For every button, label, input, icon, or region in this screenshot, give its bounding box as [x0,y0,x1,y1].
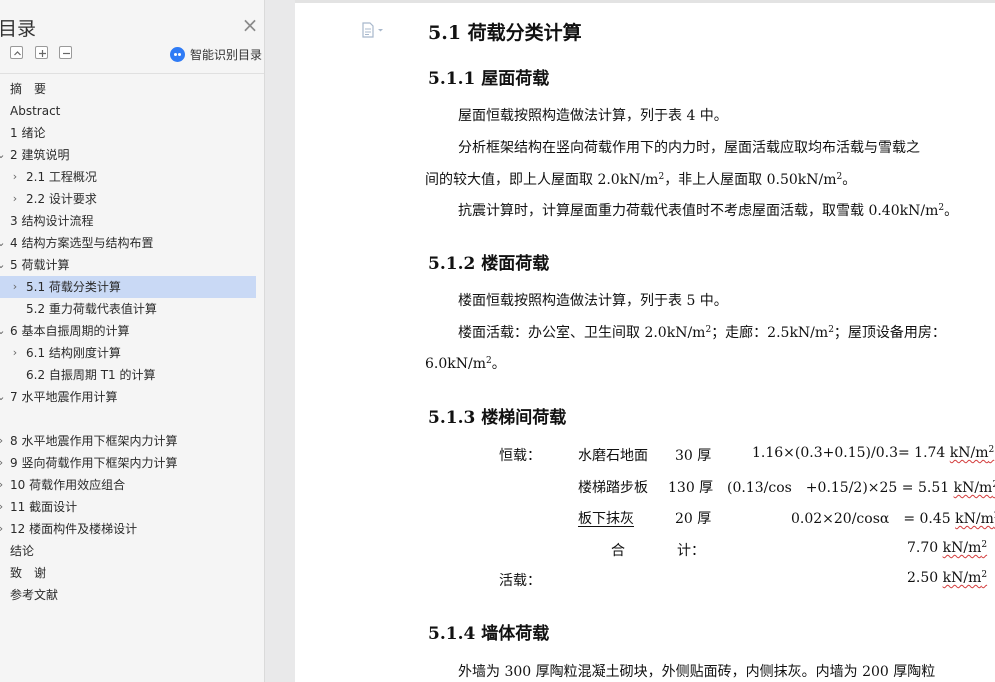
chevron-down-icon[interactable]: ⌄ [0,386,6,408]
smart-toc-button[interactable]: 智能识别目录 [170,46,262,62]
chevron-right-icon[interactable]: › [10,342,20,364]
outline-item-label: 11 截面设计 [10,500,78,514]
outline-item-label: 5 荷载计算 [10,258,70,272]
chevron-right-icon[interactable]: › [10,188,20,210]
paragraph-menu-icon[interactable] [361,22,387,38]
outline-item-label: 2 建筑说明 [10,148,70,162]
layer-name: 水磨石地面 [578,448,648,464]
outline-item-label: 5.1 荷载分类计算 [26,280,121,294]
layer-name: 楼梯踏步板 [578,480,648,496]
chevron-right-icon[interactable]: › [0,474,6,496]
outline-item-selected[interactable]: › 5.1 荷载分类计算 [0,276,256,298]
document-background [266,0,294,682]
outline-item-label: 7 水平地震作用计算 [10,390,118,404]
outline-item-label: 3 结构设计流程 [10,214,94,228]
layer-load: (0.13/cos +0.15/2)×25 = 5.51 kN/m2 [727,480,995,496]
chevron-right-icon[interactable]: › [0,452,6,474]
collapse-all-icon[interactable] [10,46,23,59]
outline-item-label: 9 竖向荷载作用下框架内力计算 [10,456,178,470]
outline-item-label: 12 楼面构件及楼梯设计 [10,522,138,536]
outline-item-label: 10 荷载作用效应组合 [10,478,126,492]
heading-5-1-3: 5.1.3 楼梯间荷载 [428,408,567,428]
heading-5-1-1: 5.1.1 屋面荷载 [428,69,550,89]
divider [0,73,264,74]
paragraph: 楼面恒载按照构造做法计算，列于表 5 中。 [458,293,728,309]
live-load-label: 活载： [499,573,541,589]
chevron-right-icon[interactable]: › [0,518,6,540]
chevron-right-icon[interactable]: › [10,276,20,298]
layer-load: 0.02×20/cosα = 0.45 kN/m2 [791,511,995,527]
collapse-icon[interactable] [59,46,72,59]
chevron-right-icon[interactable]: › [0,496,6,518]
paragraph: 6.0kN/m2。 [425,356,506,372]
ai-assistant-icon [170,46,185,62]
outline-item-label: 结论 [10,544,35,558]
layer-load: 1.16×(0.3+0.15)/0.3= 1.74 kN/m2 [752,445,995,461]
chevron-down-icon[interactable]: ⌄ [0,144,6,166]
paragraph: 屋面恒载按照构造做法计算，列于表 4 中。 [458,108,728,124]
outline-item-label: 致 谢 [10,566,47,580]
outline-item-label: 2.1 工程概况 [26,170,97,184]
outline-item-label: Abstract [10,104,61,118]
sum-label: 合 [611,543,625,559]
layer-thickness: 30 厚 [675,448,712,464]
chevron-right-icon[interactable]: › [0,430,6,452]
outline-item-label: 5.2 重力荷载代表值计算 [26,302,157,316]
chevron-down-icon[interactable]: ⌄ [0,232,6,254]
outline-item-label: 6 基本自振周期的计算 [10,324,130,338]
heading-5-1-2: 5.1.2 楼面荷载 [428,254,550,274]
paragraph: 间的较大值，即上人屋面取 2.0kN/m2，非上人屋面取 0.50kN/m2。 [425,172,857,188]
heading-5-1: 5.1 荷载分类计算 [428,22,582,44]
paragraph: 楼面活载：办公室、卫生间取 2.0kN/m2；走廊：2.5kN/m2；屋顶设备用… [458,325,946,341]
paragraph: 抗震计算时，计算屋面重力荷载代表值时不考虑屋面活载，取雪载 0.40kN/m2。 [458,203,959,219]
sum-label: 计： [677,543,705,559]
page-edge [295,0,995,3]
layer-thickness: 130 厚 [668,480,714,496]
chevron-down-icon[interactable]: ⌄ [0,320,6,342]
close-icon[interactable]: × [241,15,259,35]
chevron-right-icon[interactable]: › [10,166,20,188]
outline-item-label: 6.1 结构刚度计算 [26,346,121,360]
outline-item-label: 4 结构方案选型与结构布置 [10,236,154,250]
outline-item-label: 1 绪论 [10,126,46,140]
live-load-value: 2.50 kN/m2 [907,570,988,586]
outline-item-label: 8 水平地震作用下框架内力计算 [10,434,178,448]
chevron-down-icon[interactable]: ⌄ [0,254,6,276]
smart-toc-label: 智能识别目录 [190,47,263,62]
paragraph: 外墙为 300 厚陶粒混凝土砌块，外侧贴面砖，内侧抹灰。内墙为 200 厚陶粒 [458,664,936,680]
outline-item-label: 参考文献 [10,588,59,602]
paragraph: 分析框架结构在竖向荷载作用下的内力时，屋面活载应取均布活载与雪载之 [458,140,920,156]
document-page[interactable]: 5.1 荷载分类计算 5.1.1 屋面荷载 屋面恒载按照构造做法计算，列于表 4… [295,0,995,682]
outline-title: 目录 [0,18,37,40]
layer-thickness: 20 厚 [675,511,712,527]
outline-item-label: 6.2 自振周期 T1 的计算 [26,368,156,382]
dead-load-label: 恒载： [499,448,541,464]
outline-panel: 目录 × 智能识别目录 摘 要 Abstract 1 绪论 ⌄ 2 建筑说明 ›… [0,0,265,682]
outline-item-label: 2.2 设计要求 [26,192,97,206]
expand-icon[interactable] [35,46,48,59]
sum-value: 7.70 kN/m2 [907,540,988,556]
heading-5-1-4: 5.1.4 墙体荷载 [428,624,550,644]
outline-item-label: 摘 要 [10,82,47,96]
layer-name: 板下抹灰 [578,511,634,527]
